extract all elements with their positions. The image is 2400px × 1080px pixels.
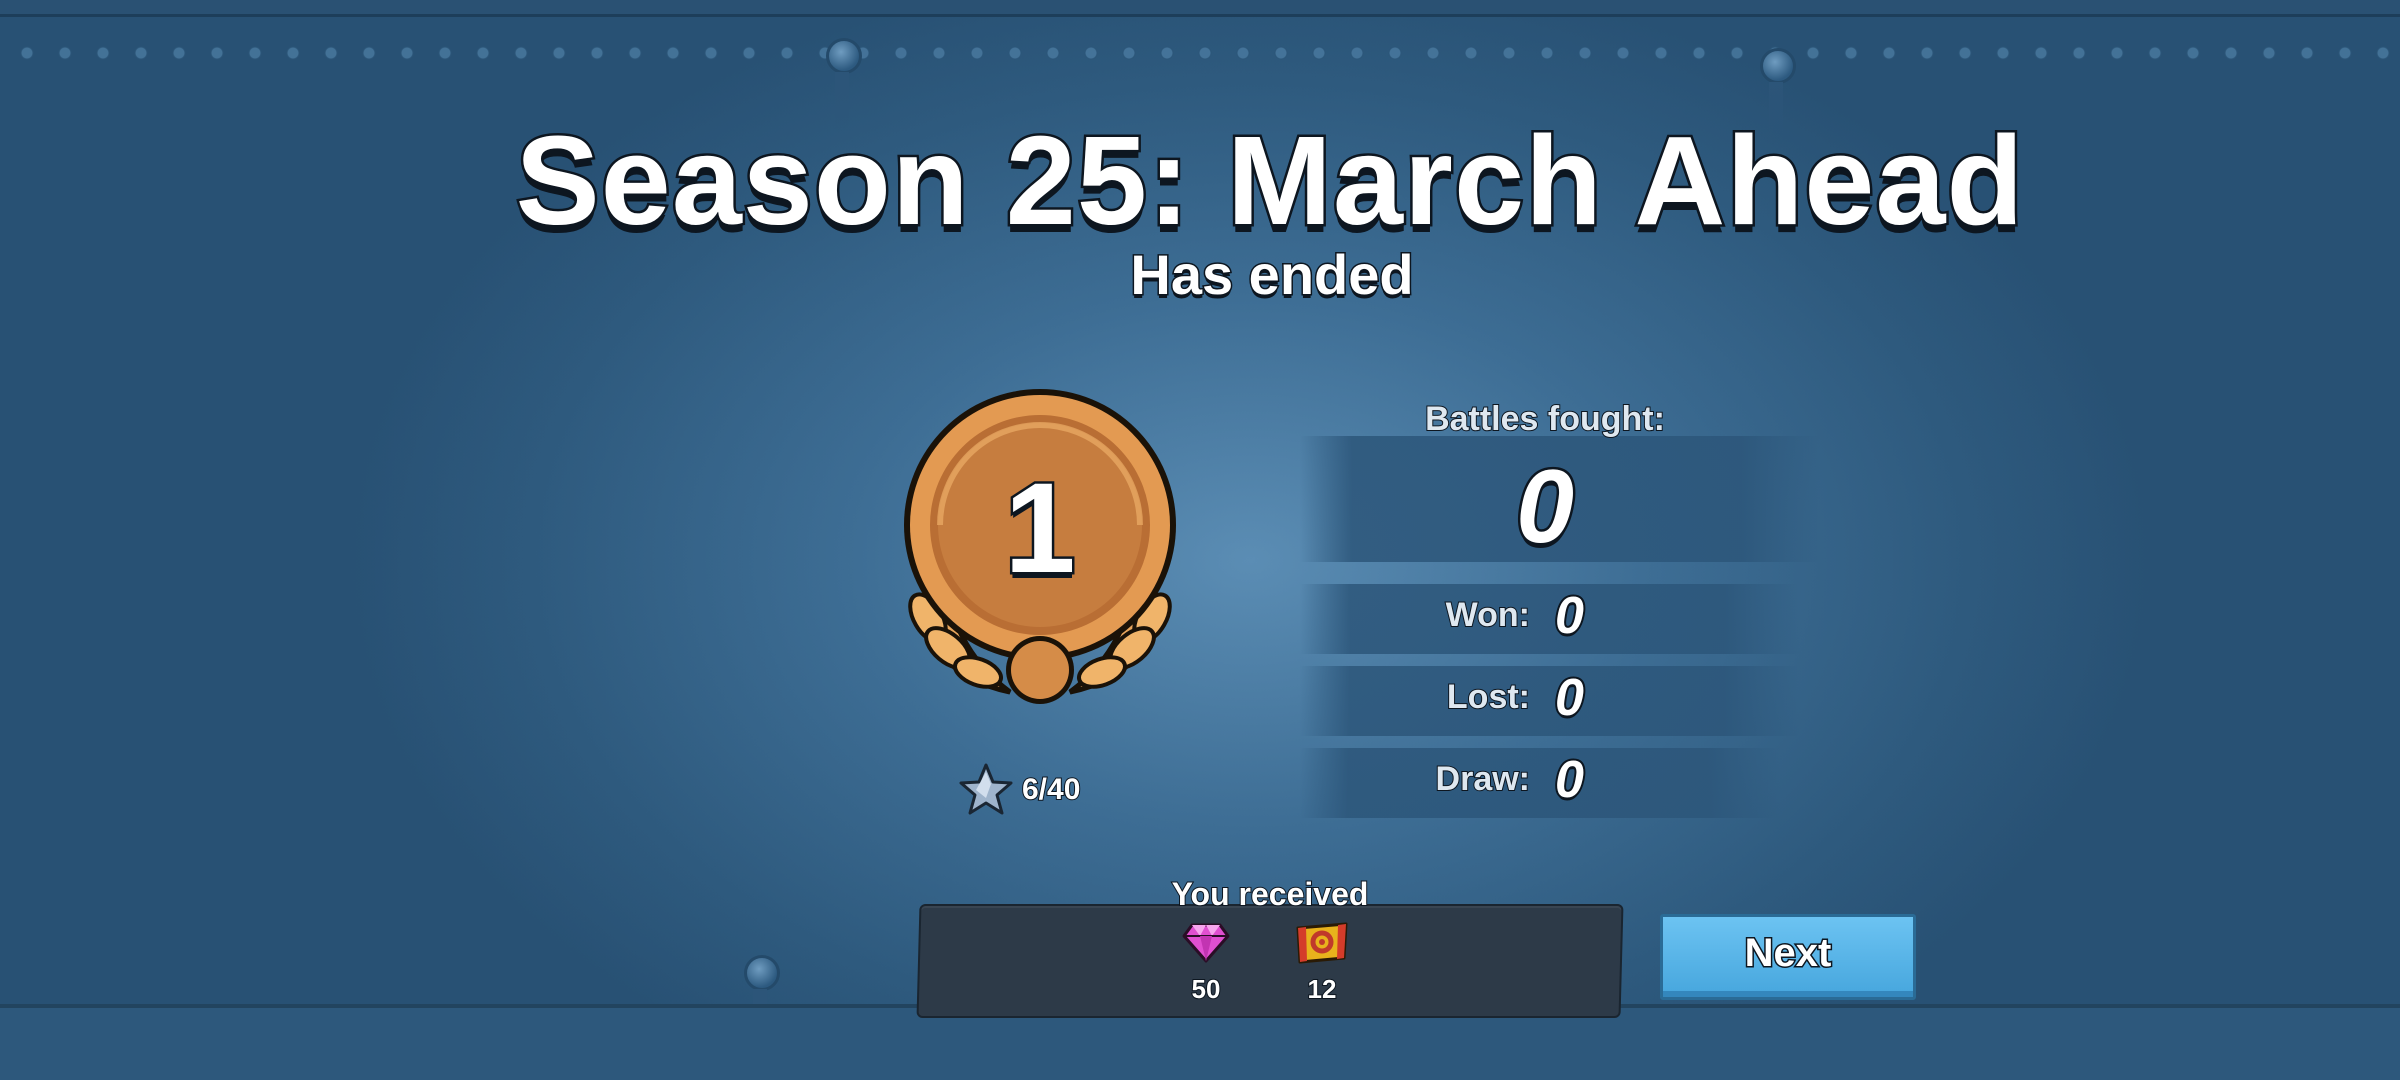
stars-count: 6/40 — [1021, 772, 1081, 807]
rivet-row — [0, 46, 2400, 60]
draw-label: Draw: — [1435, 759, 1531, 799]
rank-stars-progress: 6/40 — [958, 762, 1081, 818]
lost-label: Lost: — [1446, 677, 1531, 717]
rewards-panel — [916, 904, 1624, 1018]
draw-value: 0 — [1553, 749, 1586, 811]
top-plate-edge — [0, 0, 2400, 17]
bolt-icon — [1760, 48, 1796, 143]
star-icon — [959, 763, 1013, 815]
reward-gems: 50 — [1166, 922, 1246, 1005]
next-button[interactable]: Next — [1660, 914, 1916, 1000]
rank-number: 1 — [1002, 455, 1078, 603]
rewards-label: You received — [1171, 875, 1370, 913]
season-subtitle: Has ended — [1129, 242, 1415, 308]
bottom-strip — [0, 1008, 2400, 1080]
won-label: Won: — [1445, 595, 1531, 635]
lost-value: 0 — [1553, 667, 1586, 729]
won-value: 0 — [1553, 585, 1586, 647]
reward-cards: 12 — [1282, 922, 1362, 1005]
battles-fought-value: 0 — [1514, 447, 1577, 568]
season-title: Season 25: March Ahead — [513, 108, 2026, 254]
gear-card-icon — [1296, 922, 1348, 964]
bolt-icon — [744, 955, 780, 1050]
gem-icon — [1182, 923, 1230, 963]
bolt-icon — [826, 38, 862, 133]
cards-count: 12 — [1307, 973, 1338, 1005]
gems-count: 50 — [1191, 973, 1222, 1005]
battles-fought-label: Battles fought: — [1424, 399, 1666, 439]
